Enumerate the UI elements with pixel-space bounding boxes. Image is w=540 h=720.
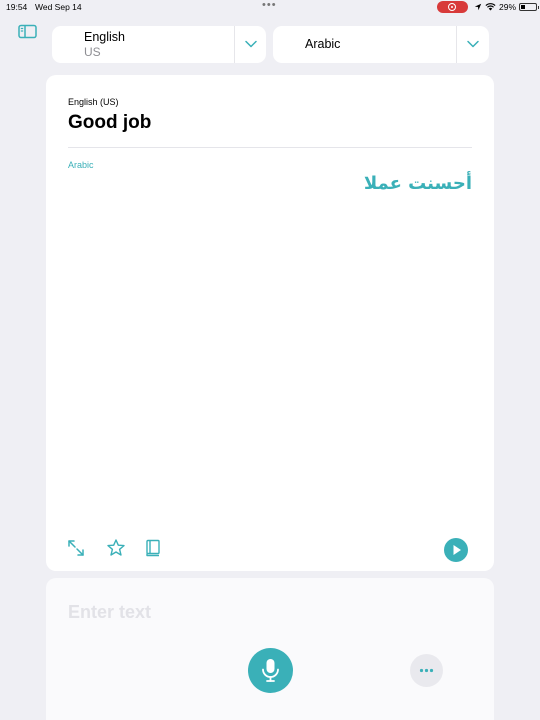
sidebar-toggle-icon <box>18 24 37 39</box>
card-divider <box>68 147 472 148</box>
battery-icon <box>519 3 540 11</box>
status-time: 19:54 <box>6 2 28 12</box>
star-icon <box>107 539 125 556</box>
wifi-icon <box>485 3 496 11</box>
chevron-down-icon[interactable] <box>466 38 480 50</box>
translated-text[interactable]: أحسنت عملا <box>364 173 472 194</box>
text-input-area[interactable]: Enter text <box>46 578 494 720</box>
target-language-selector[interactable]: Arabic <box>273 26 489 63</box>
source-language-selector[interactable]: English US <box>52 26 266 63</box>
book-icon <box>146 539 160 557</box>
source-text[interactable]: Good job <box>68 112 151 134</box>
microphone-button[interactable] <box>248 648 293 693</box>
dictionary-button[interactable] <box>143 538 163 558</box>
play-translation-button[interactable] <box>444 538 468 562</box>
translation-card: English (US) Good job Arabic أحسنت عملا <box>46 75 494 571</box>
selector-divider <box>456 26 457 63</box>
sidebar-toggle-button[interactable] <box>18 24 38 40</box>
selector-divider <box>234 26 235 63</box>
enter-text-input[interactable]: Enter text <box>68 602 151 623</box>
expand-arrows-icon <box>68 540 84 556</box>
status-date: Wed Sep 14 <box>35 2 82 12</box>
source-language-region: US <box>84 45 101 59</box>
target-language-label: Arabic <box>68 160 94 170</box>
location-arrow-icon <box>474 3 482 11</box>
more-options-button[interactable] <box>410 654 443 687</box>
source-language-name: English <box>84 30 125 44</box>
chevron-down-icon[interactable] <box>244 38 258 50</box>
play-icon <box>453 545 461 555</box>
screen-recording-indicator[interactable] <box>437 1 468 13</box>
ellipsis-icon <box>419 668 434 673</box>
multitasking-dots-icon[interactable]: ••• <box>262 0 277 11</box>
microphone-icon <box>262 659 279 682</box>
source-language-label: English (US) <box>68 97 119 107</box>
status-icons: 29% <box>474 1 540 13</box>
expand-button[interactable] <box>66 538 86 558</box>
status-bar: 19:54 Wed Sep 14 ••• 29% <box>0 0 540 14</box>
target-language-name: Arabic <box>305 37 341 51</box>
battery-percent: 29% <box>499 2 517 12</box>
favorite-button[interactable] <box>106 538 126 558</box>
